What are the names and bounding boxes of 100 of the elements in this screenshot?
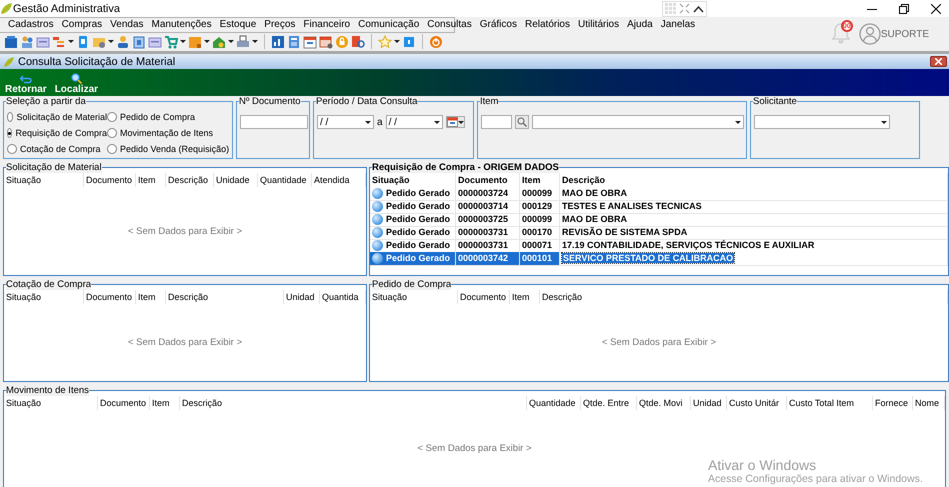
column-header[interactable]: Atendida	[312, 173, 366, 187]
column-header[interactable]: Situação	[370, 173, 456, 187]
column-header[interactable]: Documento	[84, 290, 136, 304]
close-button[interactable]	[930, 56, 947, 67]
building-icon[interactable]	[4, 34, 18, 49]
column-header[interactable]: Item	[520, 173, 560, 187]
menu-item[interactable]: Utilitários	[578, 19, 620, 30]
chart-icon[interactable]	[271, 34, 285, 49]
column-header[interactable]: Custo Unitár	[727, 396, 787, 410]
document-icon[interactable]	[351, 34, 365, 49]
column-header[interactable]: Documento	[456, 173, 520, 187]
column-header[interactable]: Qtde. Entre	[581, 396, 637, 410]
date-dropdown[interactable]: / /	[386, 115, 443, 129]
column-header[interactable]: Situação	[4, 173, 84, 187]
column-header[interactable]: Nome	[913, 396, 945, 410]
menu-item[interactable]: Vendas	[110, 19, 144, 30]
menu-item[interactable]: Preços	[264, 19, 296, 30]
column-header[interactable]: Quantidade	[258, 173, 312, 187]
bell-icon[interactable]	[830, 22, 851, 44]
lock-icon[interactable]	[335, 34, 349, 49]
menu-item[interactable]: Financeiro	[303, 19, 350, 30]
column-header[interactable]: Unidad	[284, 290, 320, 304]
calendar-icon[interactable]	[303, 34, 317, 49]
radio-option[interactable]: Pedido de Compra	[107, 109, 231, 125]
bank-icon[interactable]	[132, 34, 146, 49]
menu-item[interactable]: Janelas	[660, 19, 696, 30]
user-name[interactable]: SUPORTE	[880, 28, 929, 40]
column-header[interactable]: Unidade	[214, 173, 258, 187]
menu-item[interactable]: Relatórios	[524, 19, 570, 30]
calendar-icon[interactable]	[319, 34, 333, 49]
date-dropdown[interactable]: / /	[317, 115, 374, 129]
chevron-up-icon[interactable]	[693, 4, 704, 12]
card-icon[interactable]	[148, 34, 162, 49]
column-header[interactable]: Qtde. Movi	[637, 396, 691, 410]
close-icon[interactable]	[931, 4, 941, 14]
column-header[interactable]: Quantida	[320, 290, 366, 304]
radio-option[interactable]: Movimentação de Itens	[107, 125, 231, 141]
requester-dropdown[interactable]	[754, 115, 890, 129]
caret-icon[interactable]	[394, 40, 400, 44]
radio-option[interactable]: Cotação de Compra	[7, 141, 107, 157]
input-field[interactable]	[481, 115, 512, 129]
radio-option[interactable]: Pedido Venda (Requisição)	[107, 141, 231, 157]
column-header[interactable]: Situação	[4, 396, 98, 410]
people-icon[interactable]	[20, 34, 34, 49]
column-header[interactable]: Descrição	[180, 396, 527, 410]
column-header[interactable]: Item	[136, 290, 166, 304]
menu-item[interactable]: Compras	[62, 19, 102, 30]
power-icon[interactable]	[429, 34, 443, 49]
input-field[interactable]	[240, 115, 308, 129]
column-header[interactable]: Descrição	[560, 173, 948, 187]
menu-item[interactable]: Ajuda	[627, 19, 653, 30]
menu-item[interactable]: Gráficos	[480, 19, 517, 30]
column-header[interactable]: Descrição	[540, 290, 948, 304]
caret-icon[interactable]	[252, 40, 258, 44]
column-header[interactable]: Descrição	[166, 173, 214, 187]
menu-item[interactable]: Manutenções	[152, 19, 212, 30]
menu-item[interactable]: Comunicação	[358, 19, 420, 30]
table-row[interactable]: Pedido Gerado 0000003724 000099 MAO DE OBRA	[370, 187, 948, 200]
column-header[interactable]: Documento	[458, 290, 510, 304]
column-header[interactable]: Item	[150, 396, 180, 410]
avatar-icon[interactable]	[858, 23, 881, 45]
calendar-button[interactable]	[446, 116, 465, 128]
list-icon[interactable]	[52, 34, 66, 49]
column-header[interactable]: Documento	[98, 396, 150, 410]
caret-icon[interactable]	[204, 40, 210, 44]
column-header[interactable]: Custo Total Item	[787, 396, 873, 410]
printer-icon[interactable]	[236, 34, 250, 49]
caret-icon[interactable]	[228, 40, 234, 44]
status-icon	[372, 252, 383, 264]
caret-icon[interactable]	[108, 40, 114, 44]
column-header[interactable]: Situação	[4, 290, 84, 304]
menu-item[interactable]: Consultas	[427, 19, 472, 30]
calculator-icon[interactable]	[287, 34, 301, 49]
menu-item[interactable]: Estoque	[220, 19, 256, 30]
column-header[interactable]: Unidad	[691, 396, 727, 410]
caret-icon[interactable]	[68, 40, 74, 44]
empty-message: < Sem Dados para Exibir >	[128, 226, 242, 236]
item-dropdown[interactable]	[532, 115, 744, 129]
table-row[interactable]: Pedido Gerado 0000003714 000129 TESTES E ANALISES TECNICAS	[370, 200, 948, 213]
menu-item[interactable]: Cadastros	[8, 19, 54, 30]
back-button[interactable]: Retornar	[5, 75, 47, 96]
column-header[interactable]: Item	[136, 173, 166, 187]
column-header[interactable]: Item	[510, 290, 540, 304]
restore-icon[interactable]	[899, 4, 909, 14]
radio-option[interactable]: Requisição de Compra	[7, 125, 107, 141]
star-icon[interactable]	[378, 34, 392, 49]
card-icon[interactable]	[36, 34, 50, 49]
radio-option[interactable]: Solicitação de Material	[7, 109, 107, 125]
table-row[interactable]: Pedido Gerado 0000003731 000170 REVISÃO DE SISTEMA SPDA	[370, 226, 948, 239]
column-header[interactable]: Descrição	[166, 290, 284, 304]
table-row[interactable]: Pedido Gerado 0000003725 000099 MAO DE OBRA	[370, 213, 948, 226]
search-button[interactable]: Localizar	[54, 73, 98, 96]
person-icon[interactable]	[116, 34, 130, 49]
box-icon[interactable]	[188, 34, 202, 49]
column-header[interactable]: Documento	[84, 173, 136, 187]
column-header[interactable]: Situação	[370, 290, 458, 304]
caret-icon[interactable]	[180, 40, 186, 44]
search-button[interactable]	[515, 115, 529, 129]
column-header[interactable]: Fornece	[873, 396, 913, 410]
column-header[interactable]: Quantidade	[527, 396, 581, 410]
